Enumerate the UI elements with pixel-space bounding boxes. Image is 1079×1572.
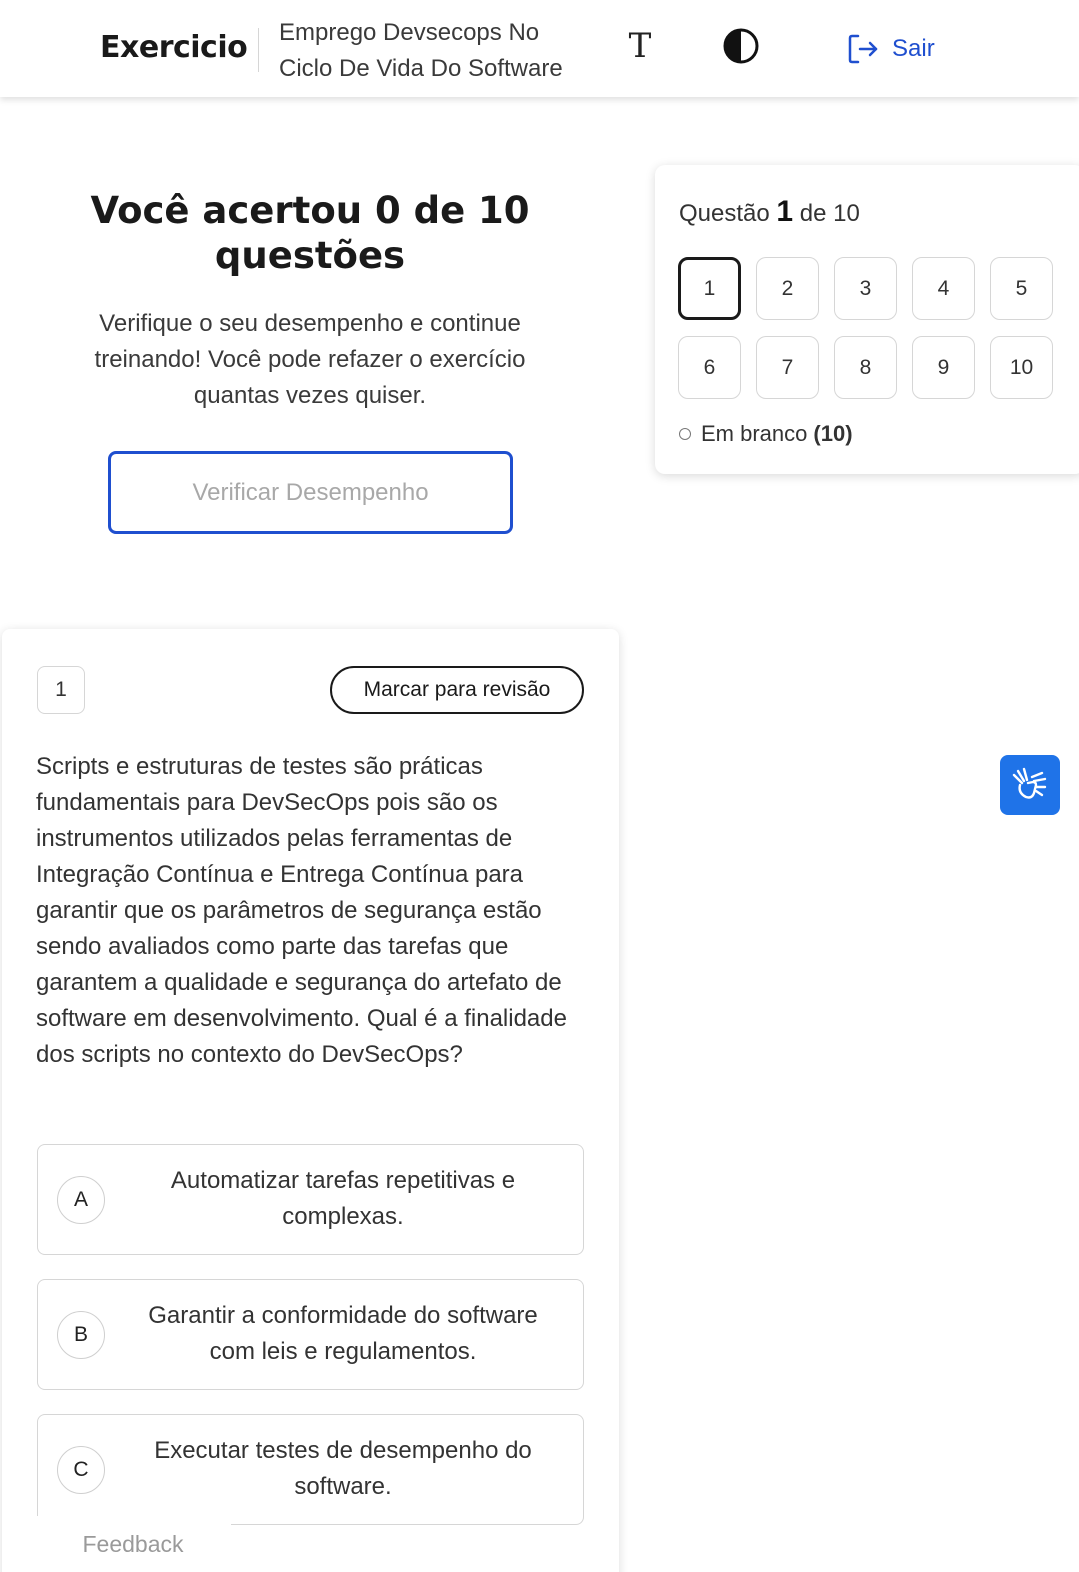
question-nav-1[interactable]: 1 — [678, 257, 741, 320]
navigator-grid: 1 2 3 4 5 6 7 8 9 10 — [678, 257, 1053, 399]
question-nav-6[interactable]: 6 — [678, 336, 741, 399]
question-number-badge: 1 — [37, 666, 85, 714]
subject-title-line1: Emprego Devsecops No — [279, 19, 540, 46]
blank-legend-label: Em branco — [701, 421, 808, 446]
result-description: Verifique o seu desempenho e continue tr… — [94, 310, 526, 409]
navigator-title: Questão 1 de 10 — [679, 195, 860, 229]
navigator-title-suffix: de 10 — [799, 200, 860, 227]
question-text: Scripts e estruturas de testes são práti… — [36, 753, 567, 1068]
top-header: Exercicio Emprego Devsecops No Ciclo De … — [0, 0, 1079, 97]
option-text: Garantir a conformidade do software com … — [148, 1302, 538, 1365]
contrast-button[interactable] — [722, 27, 760, 65]
question-nav-10[interactable]: 10 — [990, 336, 1053, 399]
question-nav-2[interactable]: 2 — [756, 257, 819, 320]
option-letter: A — [57, 1176, 105, 1224]
question-nav-5[interactable]: 5 — [990, 257, 1053, 320]
option-text: Automatizar tarefas repetitivas e comple… — [170, 1167, 516, 1230]
result-title: Você acertou 0 de 10 questões — [90, 189, 530, 277]
question-nav-7[interactable]: 7 — [756, 336, 819, 399]
verify-performance-button[interactable]: Verificar Desempenho — [108, 451, 513, 534]
blank-legend: Em branco (10) — [679, 421, 853, 447]
question-nav-9[interactable]: 9 — [912, 336, 975, 399]
question-card: 1 Marcar para revisão Scripts e estrutur… — [2, 629, 619, 1572]
font-size-button[interactable]: T — [622, 26, 658, 66]
question-nav-8[interactable]: 8 — [834, 336, 897, 399]
accessibility-widget-button[interactable] — [1000, 755, 1060, 815]
sign-language-icon — [1012, 767, 1047, 799]
mark-for-review-button[interactable]: Marcar para revisão — [330, 666, 584, 714]
question-nav-4[interactable]: 4 — [912, 257, 975, 320]
navigator-current-number: 1 — [776, 195, 794, 228]
option-c[interactable]: C Executar testes de desempenho do softw… — [37, 1414, 584, 1525]
contrast-icon — [723, 28, 759, 64]
blank-status-icon — [679, 428, 691, 440]
option-b[interactable]: B Garantir a conformidade do software co… — [37, 1279, 584, 1390]
header-divider — [258, 28, 259, 72]
subject-title: Emprego Devsecops No Ciclo De Vida Do So… — [279, 15, 599, 87]
feedback-button[interactable]: Feedback — [35, 1516, 231, 1572]
logout-label: Sair — [892, 35, 935, 62]
logout-icon — [848, 34, 878, 64]
brand-title: Exercicio — [100, 30, 248, 65]
question-navigator: Questão 1 de 10 1 2 3 4 5 6 7 8 9 10 Em … — [655, 165, 1079, 474]
option-letter: C — [57, 1446, 105, 1494]
subject-title-line2: Ciclo De Vida Do Software — [279, 55, 563, 82]
option-a[interactable]: A Automatizar tarefas repetitivas e comp… — [37, 1144, 584, 1255]
option-letter: B — [57, 1311, 105, 1359]
navigator-title-prefix: Questão — [679, 200, 770, 227]
logout-button[interactable]: Sair — [846, 30, 935, 68]
question-nav-3[interactable]: 3 — [834, 257, 897, 320]
blank-legend-count: (10) — [813, 421, 853, 446]
option-text: Executar testes de desempenho do softwar… — [154, 1437, 532, 1500]
